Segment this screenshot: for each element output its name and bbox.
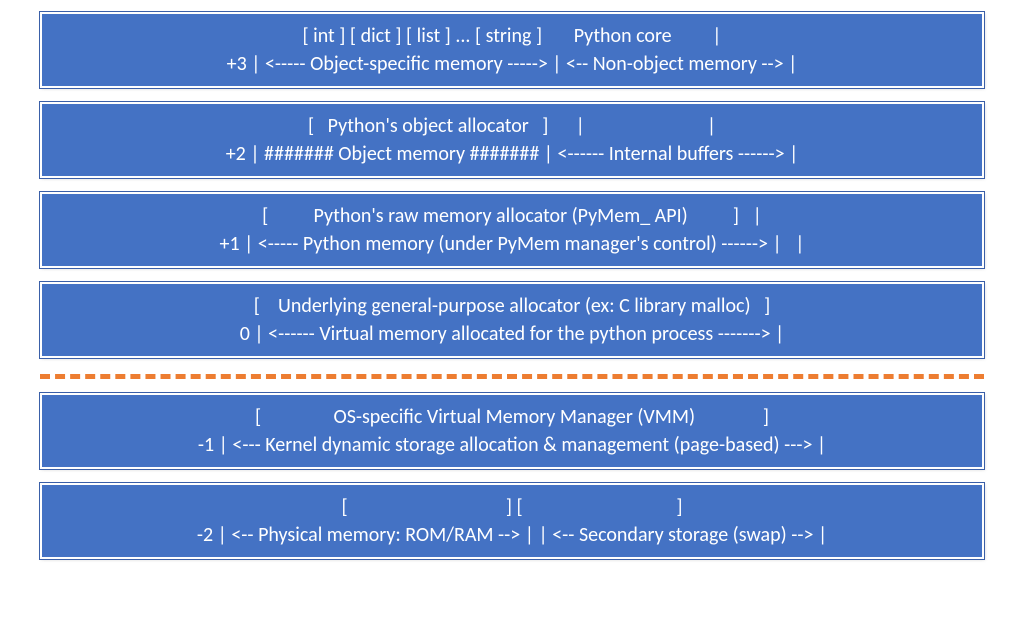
layer-box-plus-3: [ int ] [ dict ] [ list ] ... [ string ]… xyxy=(40,12,984,88)
layer-box-plus-1: [ Python's raw memory allocator (PyMem_ … xyxy=(40,192,984,268)
layer-plus2-line1: [ Python's object allocator ] | | xyxy=(62,112,962,140)
layer-plus2-line2: +2 | ####### Object memory ####### | <--… xyxy=(62,140,962,168)
layer-plus3-line2: +3 | <----- Object-specific memory -----… xyxy=(62,50,962,78)
layer-0-line1: [ Underlying general-purpose allocator (… xyxy=(62,292,962,320)
layer-box-plus-2: [ Python's object allocator ] | | +2 | #… xyxy=(40,102,984,178)
layer-minus1-line1: [ OS-specific Virtual Memory Manager (VM… xyxy=(62,403,962,431)
layer-box-minus-2: [ ] [ ] -2 | <-- Physical memory: ROM/RA… xyxy=(40,483,984,559)
layer-minus1-line2: -1 | <--- Kernel dynamic storage allocat… xyxy=(62,431,962,459)
layer-box-zero: [ Underlying general-purpose allocator (… xyxy=(40,282,984,358)
layer-0-line2: 0 | <------ Virtual memory allocated for… xyxy=(62,320,962,348)
layer-minus2-line1: [ ] [ ] xyxy=(62,493,962,521)
layer-plus1-line2: +1 | <----- Python memory (under PyMem m… xyxy=(62,230,962,258)
layer-minus2-line2: -2 | <-- Physical memory: ROM/RAM --> | … xyxy=(62,521,962,549)
userspace-kernel-divider xyxy=(40,374,984,379)
layer-plus1-line1: [ Python's raw memory allocator (PyMem_ … xyxy=(62,202,962,230)
layer-box-minus-1: [ OS-specific Virtual Memory Manager (VM… xyxy=(40,393,984,469)
layer-plus3-line1: [ int ] [ dict ] [ list ] ... [ string ]… xyxy=(62,22,962,50)
